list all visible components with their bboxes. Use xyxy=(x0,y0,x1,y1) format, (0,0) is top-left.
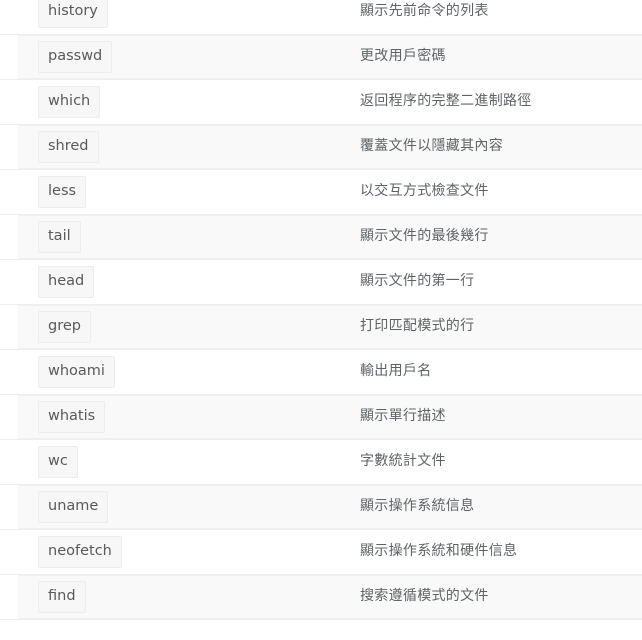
command-badge[interactable]: whoami xyxy=(38,356,115,388)
command-badge[interactable]: less xyxy=(38,176,87,208)
command-cell: history xyxy=(0,0,360,28)
description-cell: 顯示文件的第一行 xyxy=(360,273,475,290)
description-cell: 顯示文件的最後幾行 xyxy=(360,228,489,245)
command-badge[interactable]: tail xyxy=(38,221,81,253)
description-cell: 輸出用戶名 xyxy=(360,363,432,380)
command-badge[interactable]: whatis xyxy=(38,401,106,433)
table-row[interactable]: shred 覆蓋文件以隱藏其內容 xyxy=(0,125,642,170)
command-cell: less xyxy=(0,176,360,208)
table-row[interactable]: which 返回程序的完整二進制路徑 xyxy=(0,80,642,125)
command-cell: head xyxy=(0,266,360,298)
command-cell: wc xyxy=(0,446,360,478)
description-cell: 字數統計文件 xyxy=(360,453,446,470)
command-cell: uname xyxy=(0,491,360,523)
command-badge[interactable]: neofetch xyxy=(38,536,122,568)
table-row[interactable]: head 顯示文件的第一行 xyxy=(0,260,642,305)
table-row[interactable]: neofetch 顯示操作系統和硬件信息 xyxy=(0,530,642,575)
command-badge[interactable]: grep xyxy=(38,311,91,343)
command-reference-table: history 顯示先前命令的列表 passwd 更改用戶密碼 which 返回程序的完整… xyxy=(0,0,642,640)
command-cell: passwd xyxy=(0,41,360,73)
description-cell: 顯示操作系統和硬件信息 xyxy=(360,543,518,560)
command-cell: grep xyxy=(0,311,360,343)
description-cell: 以交互方式檢查文件 xyxy=(360,183,489,200)
table-row[interactable]: uname 顯示操作系統信息 xyxy=(0,485,642,530)
description-cell: 返回程序的完整二進制路徑 xyxy=(360,93,532,110)
command-cell: shred xyxy=(0,131,360,163)
description-cell: 顯示先前命令的列表 xyxy=(360,3,489,20)
command-badge[interactable]: head xyxy=(38,266,95,298)
description-cell: 顯示單行描述 xyxy=(360,408,446,425)
table-row[interactable]: find 搜索遵循模式的文件 xyxy=(0,575,642,620)
command-cell: whoami xyxy=(0,356,360,388)
command-badge[interactable]: shred xyxy=(38,131,99,163)
table-row[interactable]: history 顯示先前命令的列表 xyxy=(0,0,642,35)
table-row[interactable]: passwd 更改用戶密碼 xyxy=(0,35,642,80)
command-cell: whatis xyxy=(0,401,360,433)
description-cell: 打印匹配模式的行 xyxy=(360,318,475,335)
table-row[interactable]: grep 打印匹配模式的行 xyxy=(0,305,642,350)
command-cell: tail xyxy=(0,221,360,253)
command-cell: neofetch xyxy=(0,536,360,568)
command-badge[interactable]: wc xyxy=(38,446,78,478)
description-cell: 顯示操作系統信息 xyxy=(360,498,475,515)
command-badge[interactable]: which xyxy=(38,86,101,118)
table-row[interactable]: wc 字數統計文件 xyxy=(0,440,642,485)
command-cell: which xyxy=(0,86,360,118)
table-row[interactable] xyxy=(0,620,642,640)
description-cell: 搜索遵循模式的文件 xyxy=(360,588,489,605)
command-badge[interactable]: find xyxy=(38,581,86,613)
table-row[interactable]: whatis 顯示單行描述 xyxy=(0,395,642,440)
command-badge[interactable]: uname xyxy=(38,491,109,523)
command-badge[interactable]: passwd xyxy=(38,41,113,73)
description-cell: 覆蓋文件以隱藏其內容 xyxy=(360,138,503,155)
table-row[interactable]: tail 顯示文件的最後幾行 xyxy=(0,215,642,260)
command-badge[interactable]: history xyxy=(38,0,108,28)
table-row[interactable]: less 以交互方式檢查文件 xyxy=(0,170,642,215)
description-cell: 更改用戶密碼 xyxy=(360,48,446,65)
command-cell: find xyxy=(0,581,360,613)
table-row[interactable]: whoami 輸出用戶名 xyxy=(0,350,642,395)
